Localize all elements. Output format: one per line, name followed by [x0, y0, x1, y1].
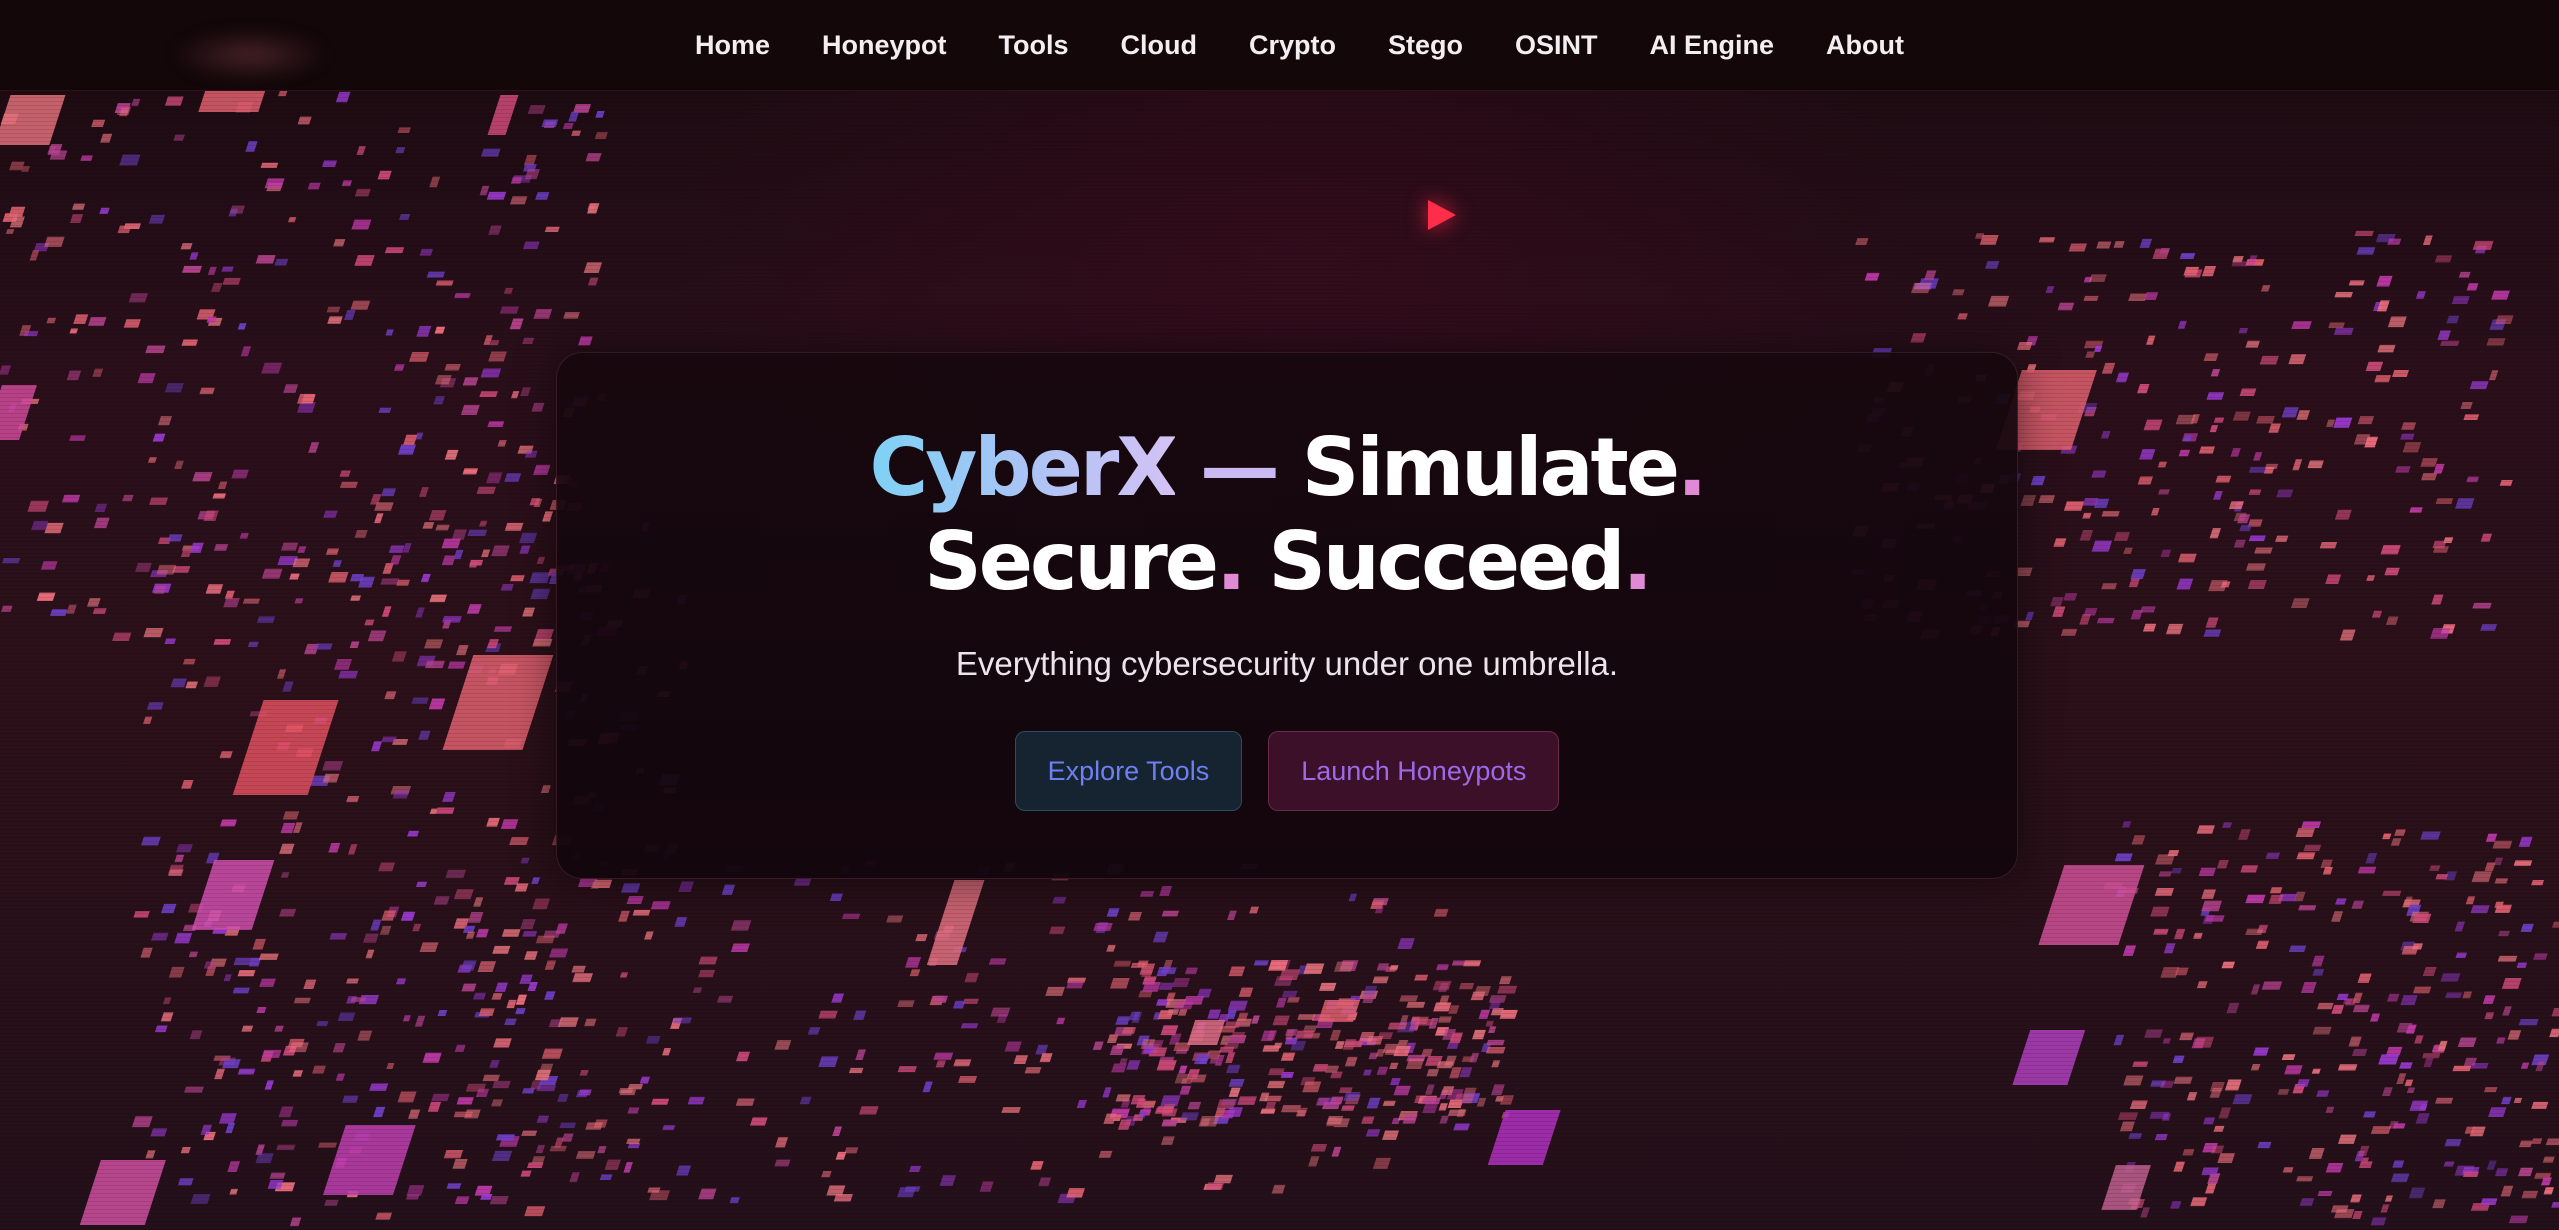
hero-dot: . [1216, 515, 1246, 608]
navbar: Home Honeypot Tools Cloud Crypto Stego O… [0, 0, 2559, 91]
hero-word-succeed: Succeed [1268, 515, 1625, 608]
nav-item-tools[interactable]: Tools [973, 30, 1095, 61]
hero-card: CyberX — Simulate. Secure. Succeed. Ever… [556, 352, 2018, 879]
nav-item-about[interactable]: About [1800, 30, 1930, 61]
hero-button-row: Explore Tools Launch Honeypots [557, 731, 2017, 811]
hero-word-simulate: Simulate [1301, 421, 1680, 514]
nav-item-honeypot[interactable]: Honeypot [796, 30, 973, 61]
nav-item-home[interactable]: Home [669, 30, 796, 61]
hero-subtitle: Everything cybersecurity under one umbre… [955, 645, 1619, 682]
play-icon[interactable] [1428, 200, 1456, 230]
blurred-logo [170, 30, 330, 80]
nav-item-crypto[interactable]: Crypto [1223, 30, 1362, 61]
page: Home Honeypot Tools Cloud Crypto Stego O… [0, 0, 2559, 1230]
explore-tools-button[interactable]: Explore Tools [1014, 731, 1243, 811]
hero-title: CyberX — Simulate. Secure. Succeed. [557, 421, 2017, 609]
hero-dot: . [1622, 515, 1653, 608]
launch-honeypots-button[interactable]: Launch Honeypots [1268, 731, 1560, 811]
hero-word-secure: Secure [924, 515, 1219, 608]
hero-brand: CyberX [869, 421, 1179, 514]
hero-dash: — [1199, 421, 1280, 514]
nav-item-ai-engine[interactable]: AI Engine [1624, 30, 1801, 61]
nav-item-osint[interactable]: OSINT [1489, 30, 1624, 61]
nav-item-stego[interactable]: Stego [1362, 30, 1489, 61]
hero-dot: . [1677, 421, 1707, 514]
nav-item-cloud[interactable]: Cloud [1095, 30, 1223, 61]
nav-menu: Home Honeypot Tools Cloud Crypto Stego O… [669, 30, 1930, 61]
